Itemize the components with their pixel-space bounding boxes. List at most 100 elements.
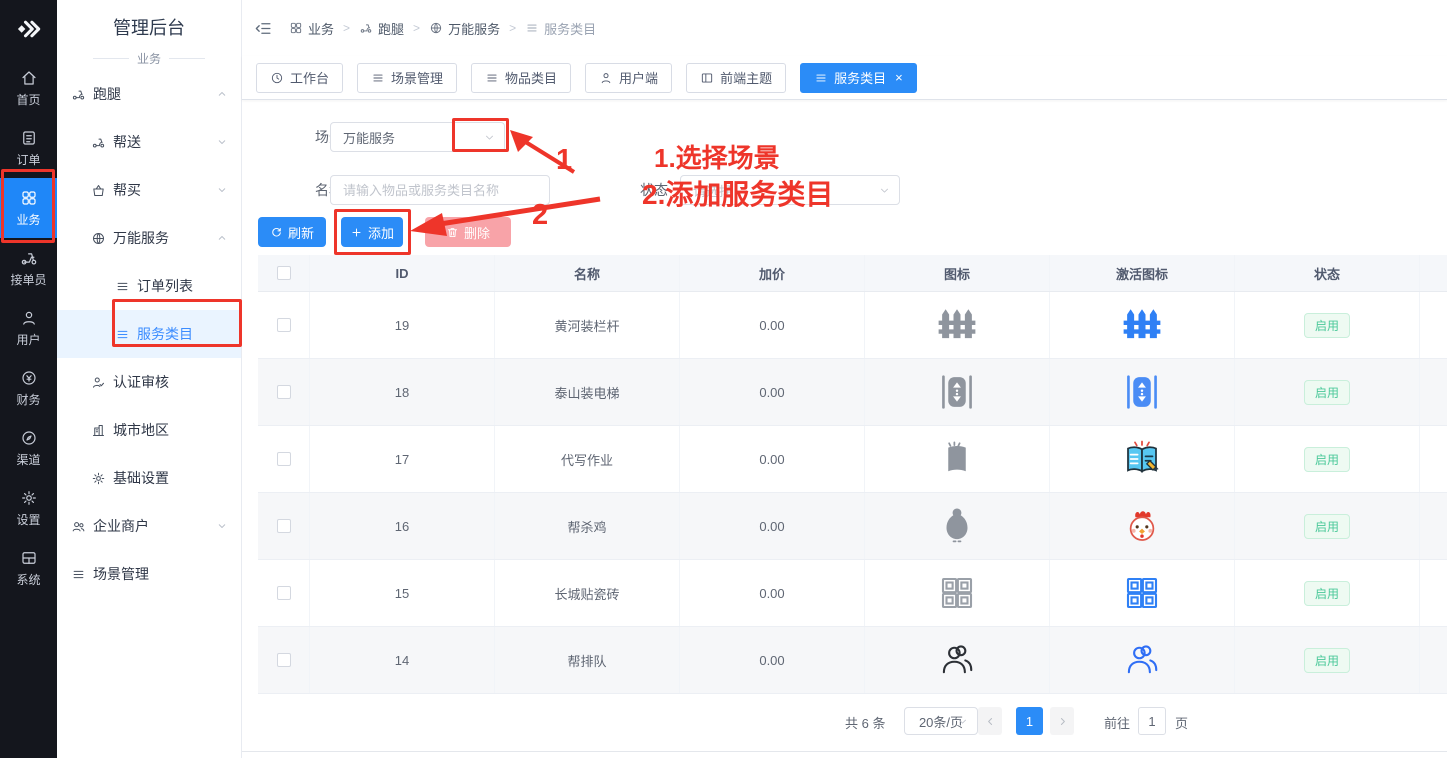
sidebar-item-auth-review[interactable]: 认证审核: [57, 358, 241, 406]
sidebar-item-service-category[interactable]: 服务类目: [57, 310, 241, 358]
breadcrumb-item-universal-service[interactable]: > 万能服务: [404, 19, 500, 38]
row-checkbox[interactable]: [277, 318, 291, 332]
rail-item-orders[interactable]: 订单: [0, 118, 57, 178]
status-select-placeholder: 请选择: [693, 181, 732, 200]
sidebar-item-label: 帮买: [113, 180, 141, 200]
cell-active-icon-fence: [1050, 292, 1235, 358]
name-filter-input[interactable]: [343, 183, 537, 198]
chevron-down-icon: [483, 131, 496, 144]
table-body: 19 黄河装栏杆 0.00 启用 18 泰山装电梯 0.00 启用 17 代写作…: [258, 292, 1447, 694]
tab-icon: [371, 71, 385, 85]
status-badge: 启用: [1304, 313, 1350, 338]
sidebar-item-scene-management[interactable]: 场景管理: [57, 550, 241, 598]
row-checkbox[interactable]: [277, 385, 291, 399]
chevron-icon: [216, 184, 228, 196]
status-badge: 启用: [1304, 581, 1350, 606]
app-logo-icon: [0, 0, 57, 58]
tab-goods-category[interactable]: 物品类目: [471, 63, 571, 93]
rail-item-finance[interactable]: 财务: [0, 358, 57, 418]
sidebar-item-label: 订单列表: [137, 276, 193, 296]
sidebar-item-icon: [71, 519, 86, 534]
name-input-wrap: [330, 175, 550, 205]
sidebar-item-enterprise[interactable]: 企业商户: [57, 502, 241, 550]
rail-item-icon: [20, 309, 38, 327]
row-checkbox[interactable]: [277, 519, 291, 533]
tab-frontend-theme[interactable]: 前端主题: [686, 63, 786, 93]
scene-select[interactable]: 万能服务: [330, 122, 505, 152]
tab-icon: [700, 71, 714, 85]
sidebar-item-label: 跑腿: [93, 84, 121, 104]
sidebar-item-base-settings[interactable]: 基础设置: [57, 454, 241, 502]
table-row: 18 泰山装电梯 0.00 启用: [258, 359, 1447, 426]
rail-item-system[interactable]: 系统: [0, 538, 57, 598]
cell-extra: [1420, 560, 1447, 626]
chevron-down-icon: [878, 184, 891, 197]
rail-item-channel[interactable]: 渠道: [0, 418, 57, 478]
rail-item-icon: [20, 369, 38, 387]
chevron-icon: [216, 232, 228, 244]
status-select[interactable]: 请选择: [680, 175, 900, 205]
rail-item-settings[interactable]: 设置: [0, 478, 57, 538]
breadcrumb-separator: >: [413, 21, 420, 35]
select-all-checkbox[interactable]: [277, 266, 291, 280]
chevron-icon: [216, 136, 228, 148]
rail-nav: 首页 订单 业务 接单员 用户 财务 渠道 设置 系统: [0, 58, 57, 598]
breadcrumb-item-paotui[interactable]: > 跑腿: [334, 19, 404, 38]
cell-active-icon-book: [1050, 426, 1235, 492]
row-checkbox[interactable]: [277, 586, 291, 600]
cell-icon-tiles: [865, 560, 1050, 626]
goto-page-input[interactable]: 1: [1138, 707, 1166, 735]
rail-item-label: 用户: [16, 331, 40, 348]
cell-extra: [1420, 426, 1447, 492]
header-status: 状态: [1235, 255, 1420, 291]
sidebar-item-paotui[interactable]: 跑腿: [57, 70, 241, 118]
tab-label: 场景管理: [391, 68, 443, 87]
tab-user-client[interactable]: 用户端: [585, 63, 672, 93]
rail-item-label: 渠道: [16, 451, 40, 468]
sidebar-item-icon: [91, 183, 106, 198]
breadcrumb-icon: [359, 21, 373, 35]
rail-item-courier[interactable]: 接单员: [0, 238, 57, 298]
cell-extra: [1420, 493, 1447, 559]
sidebar-item-universal-service[interactable]: 万能服务: [57, 214, 241, 262]
sidebar-item-order-list[interactable]: 订单列表: [57, 262, 241, 310]
tab-service-category[interactable]: 服务类目 ×: [800, 63, 917, 93]
left-rail: 首页 订单 业务 接单员 用户 财务 渠道 设置 系统: [0, 0, 57, 758]
sidebar-item-icon: [71, 87, 86, 102]
add-button[interactable]: 添加: [341, 217, 403, 247]
sidebar-collapse-icon[interactable]: [254, 19, 273, 38]
sidebar-item-label: 万能服务: [113, 228, 169, 248]
refresh-button[interactable]: 刷新: [258, 217, 326, 247]
sidebar-item-bangmai[interactable]: 帮买: [57, 166, 241, 214]
sidebar-item-icon: [91, 135, 106, 150]
tab-close-icon[interactable]: ×: [895, 70, 903, 85]
page-size-select[interactable]: 20条/页: [904, 707, 978, 735]
tab-workbench[interactable]: 工作台: [256, 63, 343, 93]
cell-extra: [1420, 359, 1447, 425]
rail-item-users[interactable]: 用户: [0, 298, 57, 358]
sidebar-item-city-region[interactable]: 城市地区: [57, 406, 241, 454]
rail-item-business[interactable]: 业务: [0, 178, 57, 238]
breadcrumb-item-service-category[interactable]: > 服务类目: [500, 19, 596, 38]
cell-name: 黄河装栏杆: [495, 292, 680, 358]
cell-extra: [1420, 292, 1447, 358]
delete-button[interactable]: 删除: [425, 217, 511, 247]
table-row: 15 长城贴瓷砖 0.00 启用: [258, 560, 1447, 627]
tab-scene-management[interactable]: 场景管理: [357, 63, 457, 93]
next-page-button[interactable]: [1050, 707, 1074, 735]
rail-item-home[interactable]: 首页: [0, 58, 57, 118]
cell-name: 代写作业: [495, 426, 680, 492]
current-page-button[interactable]: 1: [1016, 707, 1043, 735]
cell-name: 帮排队: [495, 627, 680, 693]
cell-icon-chicken: [865, 493, 1050, 559]
row-checkbox[interactable]: [277, 653, 291, 667]
prev-page-button[interactable]: [978, 707, 1002, 735]
goto-label: 前往: [1104, 713, 1130, 732]
sidebar-item-icon: [115, 327, 130, 342]
breadcrumb-item-business[interactable]: > 业务: [289, 19, 334, 38]
table-row: 16 帮杀鸡 0.00 启用: [258, 493, 1447, 560]
cell-name: 长城贴瓷砖: [495, 560, 680, 626]
sidebar-item-bangsong[interactable]: 帮送: [57, 118, 241, 166]
row-checkbox[interactable]: [277, 452, 291, 466]
breadcrumb-separator: >: [509, 21, 516, 35]
